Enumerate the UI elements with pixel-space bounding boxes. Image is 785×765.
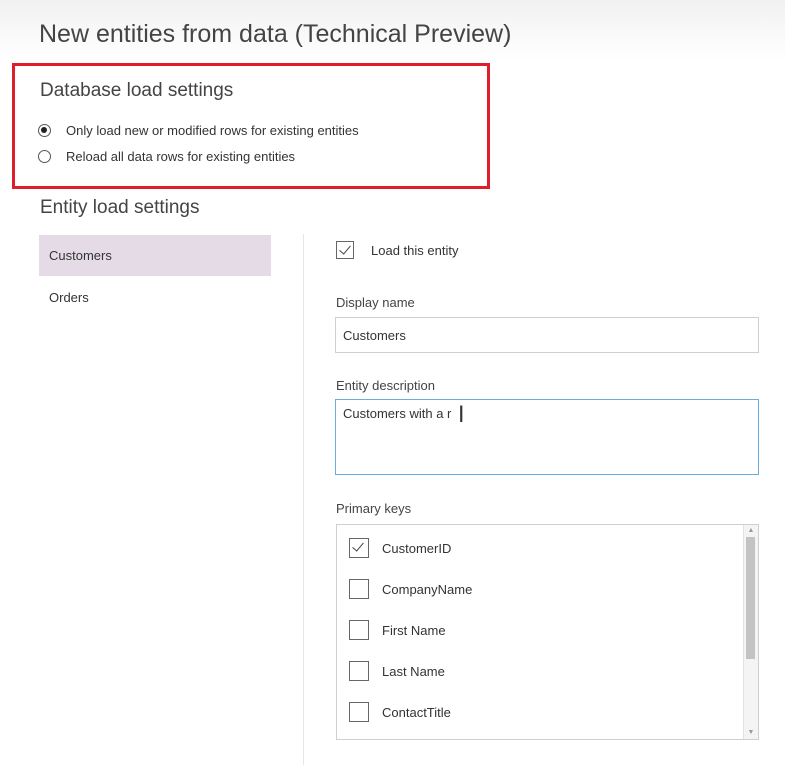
entity-item-customers[interactable]: Customers — [39, 235, 271, 276]
radio-load-new-rows[interactable]: Only load new or modified rows for exist… — [38, 123, 359, 138]
chevron-up-icon[interactable]: ▲ — [744, 525, 758, 537]
primary-key-label: First Name — [382, 622, 446, 638]
text-cursor-icon: I — [458, 403, 465, 428]
entity-item-orders[interactable]: Orders — [39, 277, 271, 318]
checkbox-unchecked-icon[interactable] — [349, 579, 369, 599]
primary-keys-scrollbar[interactable]: ▲ ▼ — [743, 525, 758, 739]
primary-key-label: CompanyName — [382, 581, 473, 597]
display-name-value: Customers — [343, 327, 406, 343]
entity-description-value: Customers with a r — [343, 406, 452, 421]
primary-keys-list[interactable]: CustomerID CompanyName First Name Last N… — [336, 524, 759, 740]
radio-label: Reload all data rows for existing entiti… — [66, 149, 296, 164]
entity-load-heading: Entity load settings — [40, 197, 200, 218]
load-entity-label: Load this entity — [371, 242, 459, 258]
display-name-input[interactable]: Customers — [335, 317, 759, 353]
scrollbar-thumb[interactable] — [746, 537, 755, 659]
primary-key-item[interactable]: Last Name — [349, 661, 445, 681]
display-name-label: Display name — [336, 295, 415, 310]
radio-label: Only load new or modified rows for exist… — [66, 123, 359, 138]
radio-unselected-icon[interactable] — [38, 150, 51, 163]
primary-key-item[interactable]: ContactTitle — [349, 702, 451, 722]
checkbox-checked-icon[interactable] — [336, 241, 354, 259]
entity-description-label: Entity description — [336, 378, 435, 393]
checkbox-unchecked-icon[interactable] — [349, 702, 369, 722]
panel-divider — [303, 234, 304, 765]
primary-keys-label: Primary keys — [336, 501, 412, 516]
load-entity-checkbox[interactable]: Load this entity — [336, 241, 458, 259]
database-load-heading: Database load settings — [40, 80, 234, 101]
radio-selected-icon[interactable] — [38, 124, 51, 137]
entity-description-textarea[interactable]: Customers with a r — [335, 399, 759, 475]
primary-key-item[interactable]: CustomerID — [349, 538, 451, 558]
primary-key-item[interactable]: First Name — [349, 620, 446, 640]
checkbox-unchecked-icon[interactable] — [349, 661, 369, 681]
chevron-down-icon[interactable]: ▼ — [744, 727, 758, 739]
primary-key-item[interactable]: CompanyName — [349, 579, 472, 599]
page-title: New entities from data (Technical Previe… — [39, 20, 512, 48]
radio-reload-all-rows[interactable]: Reload all data rows for existing entiti… — [38, 149, 295, 164]
primary-key-label: ContactTitle — [382, 704, 451, 720]
checkbox-unchecked-icon[interactable] — [349, 620, 369, 640]
primary-key-label: Last Name — [382, 663, 445, 679]
checkbox-checked-icon[interactable] — [349, 538, 369, 558]
primary-key-label: CustomerID — [382, 540, 452, 556]
